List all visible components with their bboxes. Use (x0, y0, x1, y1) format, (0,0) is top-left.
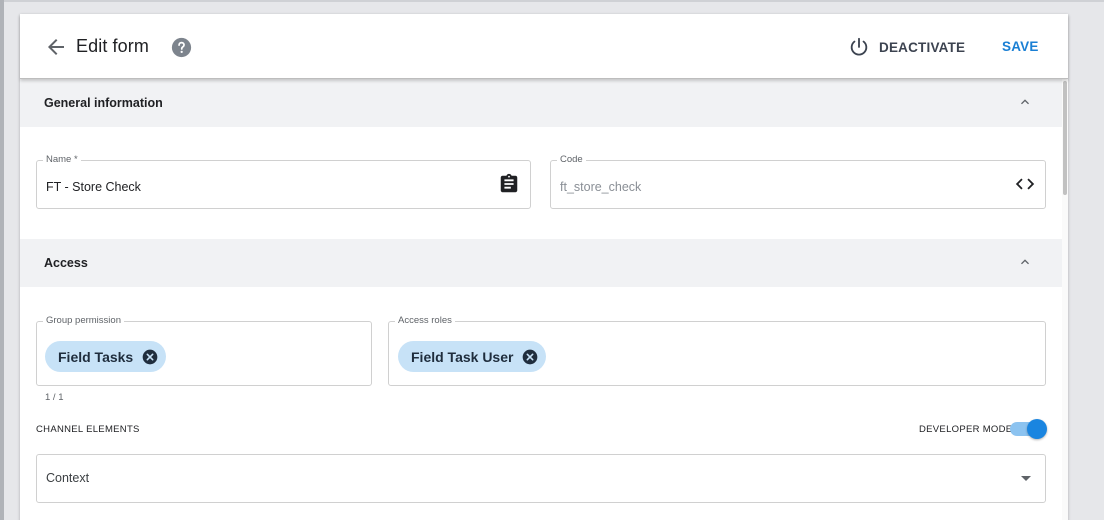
help-button[interactable] (171, 37, 192, 58)
deactivate-button[interactable]: DEACTIVATE (848, 36, 965, 58)
group-permission-counter: 1 / 1 (45, 392, 64, 403)
window-top-edge (0, 0, 1104, 2)
code-field-value: ft_store_check (560, 180, 642, 194)
form-scroll-area[interactable]: General information Name * FT - Store Ch… (20, 79, 1068, 520)
chip-label: Field Tasks (58, 348, 134, 365)
arrow-left-icon (48, 39, 64, 55)
code-field-label: Code (557, 154, 586, 166)
caret-down-icon (1021, 476, 1031, 481)
section-general-information[interactable]: General information (20, 79, 1062, 127)
access-roles-field[interactable]: Access roles Field Task User (388, 315, 1046, 386)
toggle-knob (1027, 419, 1047, 439)
name-field[interactable]: Name * FT - Store Check (36, 154, 531, 209)
section-title-general: General information (44, 96, 163, 110)
chip-field-tasks[interactable]: Field Tasks (45, 341, 167, 372)
help-circle-icon (171, 37, 192, 58)
developer-mode-label: DEVELOPER MODE (919, 424, 1013, 435)
chip-field-task-user[interactable]: Field Task User (398, 341, 547, 372)
close-circle-icon[interactable] (522, 349, 538, 365)
context-select[interactable]: Context (36, 454, 1046, 503)
deactivate-label: DEACTIVATE (879, 39, 966, 55)
group-permission-field[interactable]: Group permission Field Tasks (36, 315, 372, 386)
name-field-label: Name * (43, 154, 81, 166)
developer-mode-toggle[interactable] (1010, 418, 1047, 440)
context-select-value: Context (46, 471, 90, 485)
section-title-access: Access (44, 256, 88, 270)
clipboard-icon[interactable] (498, 173, 520, 195)
chevron-up-icon (1021, 259, 1029, 265)
group-permission-label: Group permission (43, 315, 124, 327)
scrollbar-thumb[interactable] (1063, 81, 1067, 195)
access-roles-label: Access roles (395, 315, 455, 327)
code-brackets-icon[interactable] (1014, 173, 1036, 195)
power-icon (850, 37, 868, 56)
channel-elements-label: CHANNEL ELEMENTS (36, 424, 140, 435)
page-title: Edit form (76, 36, 149, 56)
edit-form-card: Edit form DEACTIVATE SAVE General inform… (20, 14, 1068, 520)
chevron-up-icon (1021, 99, 1029, 105)
window-left-edge (0, 0, 4, 520)
code-field[interactable]: Code ft_store_check (550, 154, 1046, 209)
close-circle-icon[interactable] (142, 349, 158, 365)
chip-label: Field Task User (411, 348, 514, 365)
save-button[interactable]: SAVE (1002, 39, 1039, 54)
name-field-value: FT - Store Check (46, 180, 141, 194)
section-access[interactable]: Access (20, 239, 1062, 287)
back-button[interactable] (44, 35, 68, 59)
form-header: Edit form DEACTIVATE SAVE (20, 14, 1068, 79)
